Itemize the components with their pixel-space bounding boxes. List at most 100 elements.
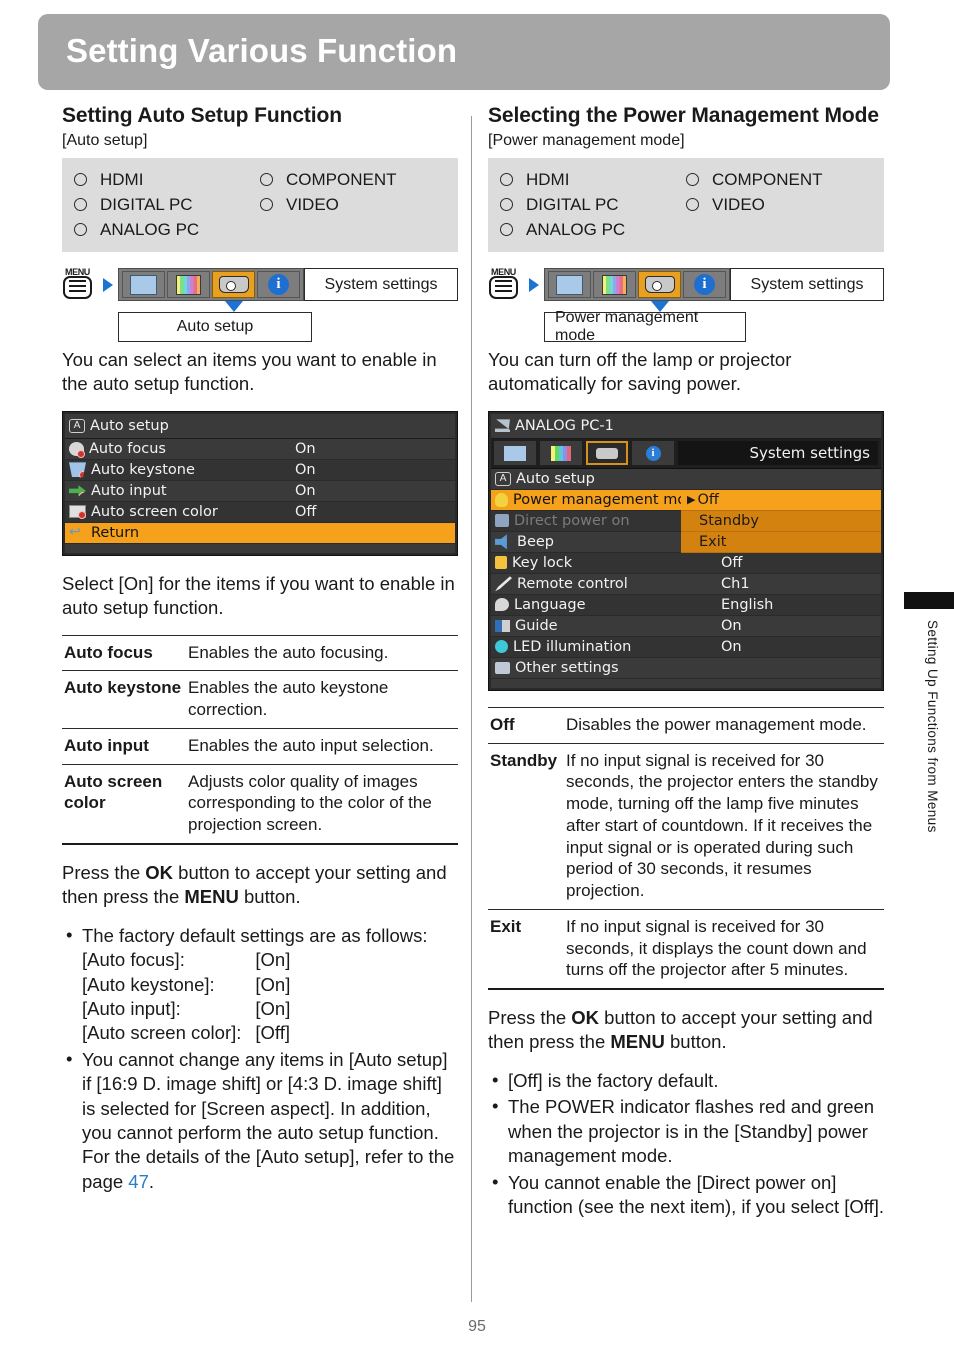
list-item: The POWER indicator flashes red and gree… [488,1094,884,1168]
power-management-dropdown[interactable]: ▶ Off Standby Exit [681,489,881,553]
osd-row[interactable]: Language English [491,594,881,616]
radio-circle-icon [686,198,699,211]
source-label: ANALOG PC [526,219,626,239]
source-item: DIGITAL PC [500,192,686,217]
beep-icon [495,534,507,550]
radio-circle-icon [74,173,87,186]
osd-row[interactable]: Auto keystone On [65,459,455,481]
input-source-icon [495,419,510,433]
right-source-column-1: HDMI DIGITAL PC ANALOG PC [500,167,686,242]
info-tab-icon[interactable]: i [257,271,300,298]
osd-row-label: LED illumination [513,638,632,655]
info-tab-icon[interactable]: i [632,441,674,466]
screen-tab-icon[interactable] [494,441,536,466]
list-item: [Off] is the factory default. [488,1068,884,1093]
osd-row[interactable]: Auto input On [65,480,455,502]
default-key: [Auto keystone]: [82,973,215,995]
info-tab-icon[interactable]: i [683,271,726,298]
list-item: You cannot change any items in [Auto set… [62,1047,458,1194]
projector-tab-icon[interactable] [212,271,255,298]
color-tab-icon[interactable] [540,441,582,466]
osd-row[interactable]: Auto screen color Off [65,501,455,523]
table-term: Auto focus [62,634,186,672]
left-section-title: Setting Auto Setup Function [62,104,342,127]
page-reference-link[interactable]: 47 [128,1171,149,1192]
left-press-ok-text: Press the OK button to accept your setti… [62,861,458,910]
osd-row-return[interactable]: ↩ Return [65,522,455,544]
menu-button-lines [495,280,512,295]
page-header-banner: Setting Various Function [38,14,890,90]
table-row: Auto screen color Adjusts color quality … [62,764,458,845]
direct-power-icon [495,514,509,528]
source-label: DIGITAL PC [100,194,193,214]
table-term: Exit [488,909,564,991]
note-lead: The factory default settings are as foll… [82,924,428,946]
radio-circle-icon [74,223,87,236]
dropdown-option[interactable]: Exit [681,531,881,553]
dropdown-option[interactable]: Standby [681,510,881,532]
auto-focus-icon [69,441,85,458]
default-key: [Auto screen color]: [82,1022,242,1044]
osd-row[interactable]: Guide On [491,615,881,637]
right-menu-path-row: MENU i System settings [488,267,884,301]
left-source-column-1: HDMI DIGITAL PC ANALOG PC [74,167,260,242]
osd-row-value: On [295,482,316,499]
right-section-title: Selecting the Power Management Mode [488,104,879,127]
screen-tab-icon[interactable] [548,271,591,298]
source-label: DIGITAL PC [526,194,619,214]
right-input-source-panel: HDMI DIGITAL PC ANALOG PC COMPONENT VIDE… [488,158,884,252]
right-source-column-2: COMPONENT VIDEO [686,167,872,242]
left-notes-list: The factory default settings are as foll… [62,923,458,1194]
right-tab-strip: i [544,268,730,301]
default-pair: [Auto focus]: [On] [82,948,290,972]
left-input-source-panel: HDMI DIGITAL PC ANALOG PC COMPONENT VIDE… [62,158,458,252]
menu-button-name: MENU [610,1031,665,1053]
radio-circle-icon [260,198,273,211]
osd-row[interactable]: A Auto setup [491,468,881,490]
dropdown-option-label: Off [697,491,719,508]
menu-button-icon: MENU [62,267,100,301]
source-label: HDMI [100,169,144,189]
osd-row[interactable]: Key lock Off [491,552,881,574]
left-intro-text: You can select an items you want to enab… [62,349,437,395]
osd-row[interactable]: Auto focus On [65,438,455,460]
osd-footer [491,678,881,688]
power-management-icon [495,492,508,507]
osd-row-label: Guide [515,617,558,634]
ok-prefix: Press the [62,861,146,883]
osd-row-label: Return [91,524,140,541]
osd-row-value: Off [295,503,317,520]
ok-button-name: OK [145,861,174,883]
projector-tab-icon[interactable] [638,271,681,298]
projector-tab-icon[interactable] [586,441,628,466]
table-row: Auto keystone Enables the auto keystone … [62,670,458,729]
default-pair: [Auto keystone]: [On] [82,973,290,997]
osd-row-label: Auto focus [89,440,166,457]
key-lock-icon [495,556,507,570]
right-arrow-icon [529,277,539,292]
osd-row[interactable]: LED illumination On [491,636,881,658]
screen-tab-icon[interactable] [122,271,165,298]
left-category-label: System settings [304,268,458,301]
remote-control-icon [495,576,512,592]
osd-row-value: Off [721,554,743,571]
osd-row-label: Auto screen color [91,503,218,520]
source-label: COMPONENT [712,169,823,189]
right-press-ok-text: Press the OK button to accept your setti… [488,1006,884,1055]
default-pair: [Auto input]: [On] [82,997,290,1021]
dropdown-option-selected[interactable]: ▶ Off [681,489,881,511]
auto-setup-icon: A [495,471,511,486]
osd-row[interactable]: Other settings [491,657,881,679]
source-item: VIDEO [260,192,446,217]
color-tab-icon[interactable] [593,271,636,298]
osd-footer [65,543,455,553]
color-tab-icon[interactable] [167,271,210,298]
default-key: [Auto input]: [82,997,181,1019]
source-label: ANALOG PC [100,219,200,239]
menu-button-name: MENU [184,886,239,908]
table-desc: Disables the power management mode. [564,706,884,744]
menu-button-lines [69,280,86,295]
osd-row-value: English [721,596,774,613]
factory-defaults-list: [Auto focus]: [On] [Auto keystone]: [On]… [82,948,290,1046]
osd-row[interactable]: Remote control Ch1 [491,573,881,595]
